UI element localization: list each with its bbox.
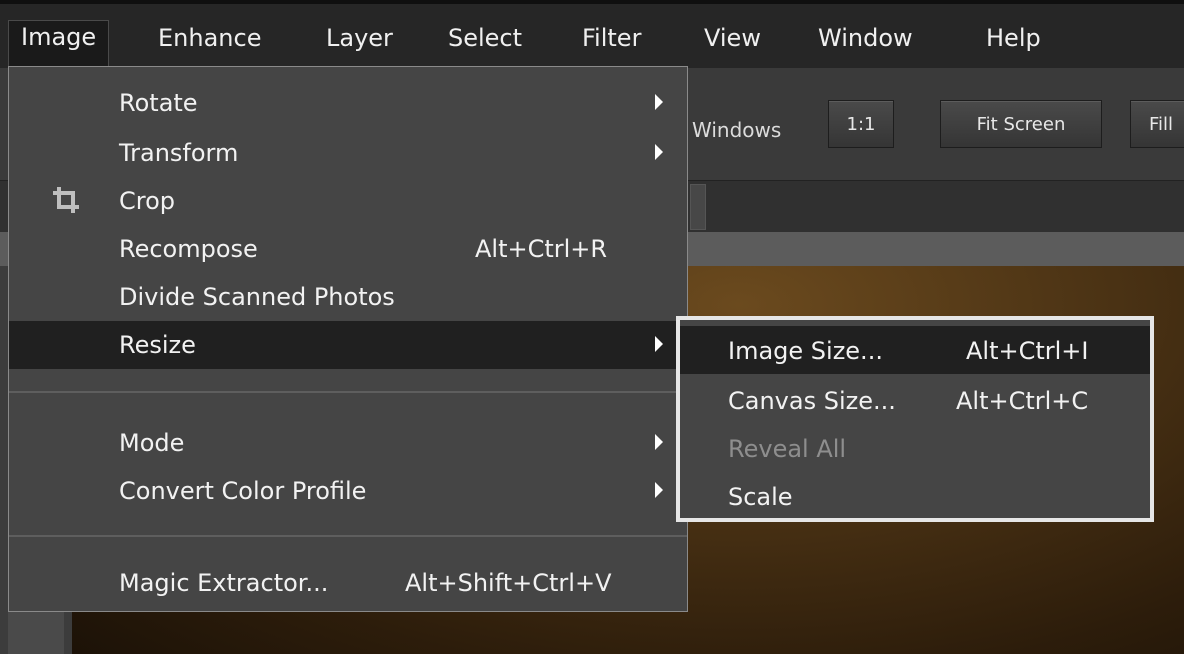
- menu-window[interactable]: Window: [818, 26, 913, 50]
- menu-select[interactable]: Select: [448, 26, 522, 50]
- menu-item-label: Magic Extractor...: [119, 569, 329, 597]
- submenu-arrow-icon: [655, 144, 663, 160]
- menubar: Image Enhance Layer Select Filter View W…: [0, 0, 1184, 68]
- menu-item-label: Transform: [119, 139, 239, 167]
- document-tab[interactable]: [690, 184, 706, 230]
- menu-item-transform[interactable]: Transform: [9, 129, 687, 177]
- menu-item-shortcut: Alt+Shift+Ctrl+V: [405, 569, 612, 597]
- windows-label: Windows: [692, 118, 782, 142]
- photo-editor-window: Windows 1:1 Fit Screen Fill Image Enhanc…: [0, 0, 1184, 654]
- menu-view[interactable]: View: [704, 26, 761, 50]
- submenu-item-label: Image Size...: [728, 337, 883, 365]
- submenu-item-image-size[interactable]: Image Size... Alt+Ctrl+I: [680, 326, 1150, 374]
- menu-item-label: Rotate: [119, 89, 198, 117]
- menu-item-label: Convert Color Profile: [119, 477, 367, 505]
- menu-separator: [9, 391, 687, 393]
- menu-item-rotate[interactable]: Rotate: [9, 79, 687, 127]
- submenu-item-label: Canvas Size...: [728, 387, 896, 415]
- menu-item-divide-scanned-photos[interactable]: Divide Scanned Photos: [9, 273, 687, 321]
- resize-submenu: Image Size... Alt+Ctrl+I Canvas Size... …: [676, 316, 1154, 522]
- fit-screen-button[interactable]: Fit Screen: [940, 100, 1102, 148]
- fill-screen-button[interactable]: Fill: [1130, 100, 1184, 148]
- zoom-1-1-button[interactable]: 1:1: [828, 100, 894, 148]
- menu-help[interactable]: Help: [986, 26, 1041, 50]
- menu-item-convert-color-profile[interactable]: Convert Color Profile: [9, 467, 687, 515]
- menu-item-recompose[interactable]: Recompose Alt+Ctrl+R: [9, 225, 687, 273]
- menu-enhance[interactable]: Enhance: [158, 26, 261, 50]
- submenu-item-reveal-all: Reveal All: [680, 424, 1150, 472]
- submenu-item-shortcut: Alt+Ctrl+I: [966, 337, 1089, 365]
- submenu-arrow-icon: [655, 434, 663, 450]
- menu-item-label: Crop: [119, 187, 176, 215]
- menu-item-mode[interactable]: Mode: [9, 419, 687, 467]
- menu-layer[interactable]: Layer: [326, 26, 393, 50]
- crop-icon: [53, 187, 79, 213]
- menu-filter[interactable]: Filter: [582, 26, 641, 50]
- menu-separator: [9, 535, 687, 537]
- submenu-item-canvas-size[interactable]: Canvas Size... Alt+Ctrl+C: [680, 376, 1150, 424]
- submenu-arrow-icon: [655, 482, 663, 498]
- menu-item-shortcut: Alt+Ctrl+R: [475, 235, 608, 263]
- menu-image[interactable]: Image: [8, 20, 110, 67]
- submenu-item-scale[interactable]: Scale: [680, 472, 1150, 520]
- menu-item-resize[interactable]: Resize: [9, 321, 687, 369]
- menu-item-label: Divide Scanned Photos: [119, 283, 395, 311]
- submenu-arrow-icon: [655, 336, 663, 352]
- submenu-item-label: Reveal All: [728, 435, 847, 463]
- menu-item-label: Mode: [119, 429, 185, 457]
- submenu-arrow-icon: [655, 94, 663, 110]
- menu-item-label: Resize: [119, 331, 196, 359]
- menu-item-label: Recompose: [119, 235, 258, 263]
- menu-item-magic-extractor[interactable]: Magic Extractor... Alt+Shift+Ctrl+V: [9, 559, 687, 607]
- submenu-item-shortcut: Alt+Ctrl+C: [956, 387, 1089, 415]
- submenu-item-label: Scale: [728, 483, 793, 511]
- image-menu-dropdown: Rotate Transform Crop Recompose Alt+Ctrl…: [8, 66, 688, 612]
- menu-item-crop[interactable]: Crop: [9, 177, 687, 225]
